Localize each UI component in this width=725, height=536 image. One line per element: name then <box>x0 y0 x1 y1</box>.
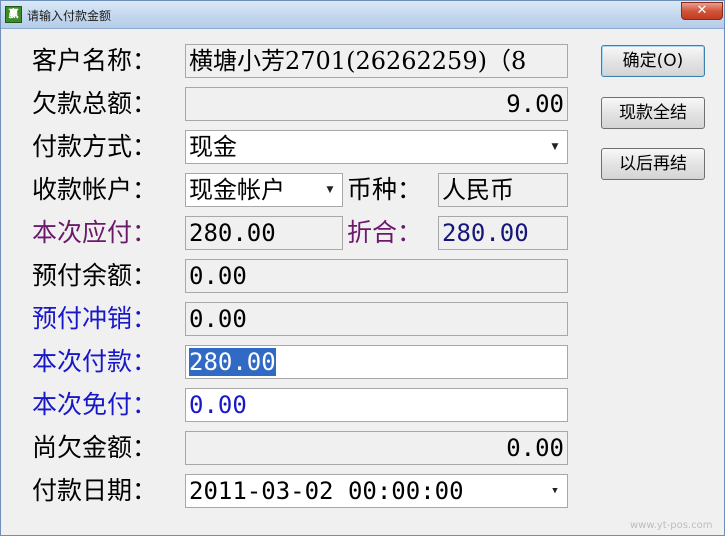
chevron-down-icon[interactable]: ▼ <box>543 131 567 163</box>
payment-method-select[interactable]: 现金 ▼ <box>185 130 568 164</box>
converted-label: 折合： <box>347 218 423 247</box>
payment-now-label: 本次付款： <box>32 347 158 376</box>
currency-field: 人民币 <box>438 173 568 207</box>
converted-field: 280.00 <box>438 216 568 250</box>
waived-now-input[interactable]: 0.00 <box>185 388 568 422</box>
amount-due-label: 本次应付： <box>32 218 158 247</box>
payment-now-value: 280.00 <box>189 348 276 376</box>
payment-method-value: 现金 <box>189 133 237 161</box>
app-icon: 赢 <box>5 6 22 23</box>
watermark: www.yt-pos.com <box>630 520 713 531</box>
still-owed-label: 尚欠金额： <box>32 433 158 462</box>
waived-now-label: 本次免付： <box>32 390 158 419</box>
settle-cash-button[interactable]: 现款全结 <box>601 97 705 129</box>
payment-method-label: 付款方式： <box>32 132 158 161</box>
still-owed-field: 0.00 <box>185 431 568 465</box>
payment-date-value: 2011-03-02 00:00:00 <box>189 477 464 505</box>
confirm-button[interactable]: 确定(O) <box>601 45 705 77</box>
title-bar[interactable]: 赢 请输入付款金额 ✕ <box>1 1 724 29</box>
customer-name-field[interactable]: 横塘小芳2701(26262259)（8 <box>185 44 568 78</box>
amount-owed-label: 欠款总额： <box>32 89 158 118</box>
prepaid-balance-field: 0.00 <box>185 259 568 293</box>
prepaid-offset-field: 0.00 <box>185 302 568 336</box>
chevron-down-icon[interactable]: ▼ <box>543 475 567 507</box>
amount-due-field: 280.00 <box>185 216 343 250</box>
payment-date-picker[interactable]: 2011-03-02 00:00:00 ▼ <box>185 474 568 508</box>
prepaid-balance-label: 预付余额： <box>32 261 158 290</box>
payment-dialog: 赢 请输入付款金额 ✕ 客户名称： 横塘小芳2701(26262259)（8 欠… <box>0 0 725 536</box>
receiving-account-value: 现金帐户 <box>189 176 285 204</box>
amount-owed-field: 9.00 <box>185 87 568 121</box>
customer-name-label: 客户名称： <box>32 46 158 75</box>
receiving-account-select[interactable]: 现金帐户 ▼ <box>185 173 343 207</box>
payment-date-label: 付款日期： <box>32 476 158 505</box>
close-button[interactable]: ✕ <box>681 2 723 20</box>
payment-now-input[interactable]: 280.00 <box>185 345 568 379</box>
prepaid-offset-label: 预付冲销： <box>32 304 158 333</box>
window-title: 请输入付款金额 <box>27 9 112 23</box>
chevron-down-icon[interactable]: ▼ <box>318 174 342 206</box>
settle-later-button[interactable]: 以后再结 <box>601 148 705 180</box>
receiving-account-label: 收款帐户： <box>32 175 158 204</box>
currency-label: 币种： <box>347 175 423 204</box>
